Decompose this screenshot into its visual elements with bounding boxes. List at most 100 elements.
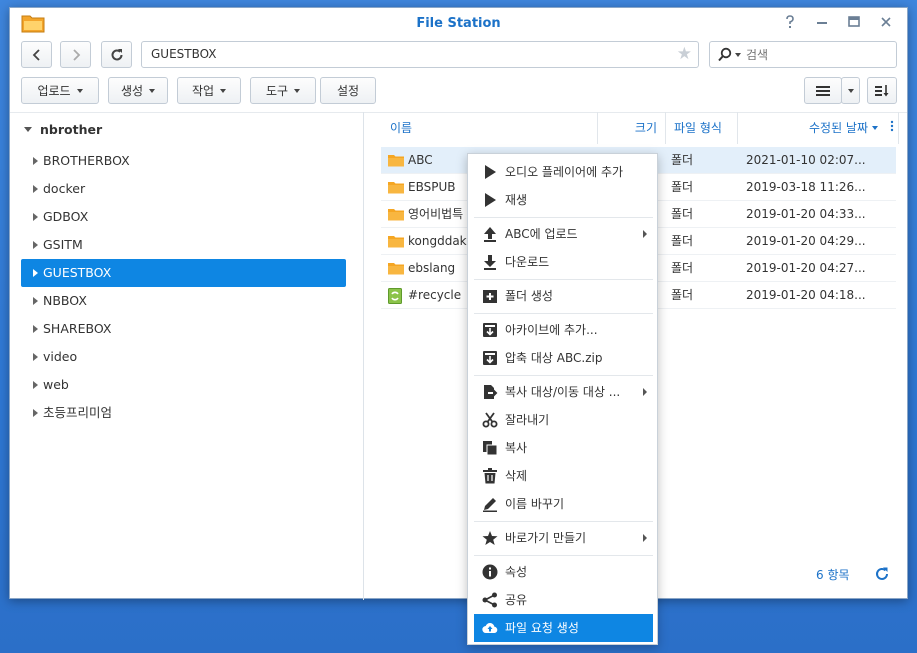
- archive-icon: [483, 323, 497, 337]
- refresh-icon[interactable]: [874, 566, 890, 582]
- tree-item-sharebox[interactable]: SHAREBOX: [21, 315, 346, 343]
- scissors-icon: [482, 412, 498, 428]
- menu-item-label: 재생: [505, 193, 528, 207]
- close-icon[interactable]: [877, 15, 895, 31]
- menu-separator: [474, 279, 653, 280]
- menu-item-copy[interactable]: 복사: [474, 434, 653, 462]
- item-count: 6 항목: [816, 568, 850, 582]
- tools-button[interactable]: 도구: [250, 77, 316, 104]
- tree-item-elementary-premium[interactable]: 초등프리미엄: [21, 399, 346, 427]
- refresh-button[interactable]: [101, 41, 132, 68]
- menu-item-compress-zip[interactable]: 압축 대상 ABC.zip: [474, 344, 653, 372]
- create-button[interactable]: 생성: [108, 77, 168, 104]
- tools-label: 도구: [265, 84, 289, 98]
- tree-item-gdbox[interactable]: GDBOX: [21, 203, 346, 231]
- menu-item-play[interactable]: 재생: [474, 186, 653, 214]
- submenu-arrow-icon: [643, 534, 647, 542]
- menu-item-download[interactable]: 다운로드: [474, 248, 653, 276]
- menu-item-copy-move-to[interactable]: 복사 대상/이동 대상 ...: [474, 378, 653, 406]
- column-options-icon[interactable]: [886, 112, 899, 144]
- tree-root-label: nbrother: [40, 122, 103, 137]
- file-modified: 2021-01-10 02:07...: [746, 153, 866, 167]
- sort-desc-caret-icon: [872, 126, 878, 130]
- list-view-icon: [816, 85, 830, 96]
- tree-item-gsitm[interactable]: GSITM: [21, 231, 346, 259]
- menu-separator: [474, 313, 653, 314]
- column-header-type[interactable]: 파일 형식: [666, 112, 738, 144]
- download-icon: [484, 255, 496, 270]
- tree-item-label: GSITM: [43, 237, 83, 252]
- menu-item-label: 복사: [505, 441, 528, 455]
- menu-separator: [474, 217, 653, 218]
- play-icon: [485, 165, 496, 179]
- file-modified: 2019-01-20 04:33...: [746, 207, 866, 221]
- file-type: 폴더: [671, 180, 694, 194]
- tree-item-video[interactable]: video: [21, 343, 346, 371]
- back-button[interactable]: [21, 41, 52, 68]
- tree-item-label: docker: [43, 181, 86, 196]
- archive-icon: [483, 351, 497, 365]
- file-type: 폴더: [671, 207, 694, 221]
- menu-item-label: 압축 대상 ABC.zip: [505, 351, 603, 365]
- create-label: 생성: [120, 84, 144, 98]
- path-bar[interactable]: GUESTBOX ★: [141, 41, 699, 68]
- menu-item-upload-to[interactable]: ABC에 업로드: [474, 220, 653, 248]
- tree-item-guestbox[interactable]: GUESTBOX: [21, 259, 346, 287]
- search-options-caret-icon[interactable]: [735, 53, 741, 57]
- menu-item-share[interactable]: 공유: [474, 586, 653, 614]
- menu-item-cut[interactable]: 잘라내기: [474, 406, 653, 434]
- collapsed-triangle-icon: [33, 297, 38, 305]
- tree-item-label: video: [43, 349, 78, 364]
- tree-item-label: 초등프리미엄: [43, 405, 113, 420]
- help-icon[interactable]: [781, 15, 799, 31]
- menu-separator: [474, 375, 653, 376]
- list-view-button[interactable]: [804, 77, 842, 104]
- collapsed-triangle-icon: [33, 381, 38, 389]
- menu-item-rename[interactable]: 이름 바꾸기: [474, 490, 653, 518]
- title-bar[interactable]: File Station: [10, 8, 907, 38]
- pane-divider[interactable]: [363, 112, 364, 600]
- tree-item-web[interactable]: web: [21, 371, 346, 399]
- settings-button[interactable]: 설정: [320, 77, 376, 104]
- trash-icon: [483, 468, 497, 484]
- file-name: ABC: [408, 153, 433, 167]
- minimize-icon[interactable]: [813, 15, 831, 31]
- tree-item-nbbox[interactable]: NBBOX: [21, 287, 346, 315]
- maximize-icon[interactable]: [845, 15, 863, 31]
- menu-item-create-file-request[interactable]: 파일 요청 생성: [474, 614, 653, 642]
- chevron-down-icon: [847, 88, 854, 93]
- tree-item-label: GDBOX: [43, 209, 89, 224]
- tree-root-node[interactable]: nbrother: [24, 122, 102, 137]
- action-button[interactable]: 작업: [177, 77, 241, 104]
- menu-item-add-to-audio-player[interactable]: 오디오 플레이어에 추가: [474, 158, 653, 186]
- chevron-down-icon: [149, 88, 156, 93]
- file-modified: 2019-01-20 04:18...: [746, 288, 866, 302]
- tree-item-brotherbox[interactable]: BROTHERBOX: [21, 147, 346, 175]
- upload-icon: [484, 227, 496, 242]
- view-mode-dropdown[interactable]: [841, 77, 860, 104]
- menu-item-add-to-archive[interactable]: 아카이브에 추가...: [474, 316, 653, 344]
- menu-item-label: 복사 대상/이동 대상 ...: [505, 385, 621, 399]
- forward-button[interactable]: [60, 41, 91, 68]
- menu-item-create-folder[interactable]: 폴더 생성: [474, 282, 653, 310]
- favorite-star-icon[interactable]: ★: [677, 42, 692, 67]
- tree-item-label: NBBOX: [43, 293, 87, 308]
- menu-item-label: 아카이브에 추가...: [505, 323, 598, 337]
- chevron-down-icon: [76, 88, 83, 93]
- column-header-modified[interactable]: 수정된 날짜: [738, 112, 886, 144]
- menu-item-delete[interactable]: 삭제: [474, 462, 653, 490]
- menu-item-create-shortcut[interactable]: 바로가기 만들기: [474, 524, 653, 552]
- search-box[interactable]: [709, 41, 897, 68]
- window-title: File Station: [416, 16, 501, 31]
- upload-button[interactable]: 업로드: [21, 77, 99, 104]
- column-header-name[interactable]: 이름: [378, 112, 598, 144]
- search-input[interactable]: [746, 45, 886, 64]
- settings-label: 설정: [336, 84, 360, 98]
- sort-button[interactable]: [867, 77, 897, 104]
- tree-item-docker[interactable]: docker: [21, 175, 346, 203]
- collapsed-triangle-icon: [33, 353, 38, 361]
- column-header-size[interactable]: 크기: [598, 112, 666, 144]
- menu-item-properties[interactable]: 속성: [474, 558, 653, 586]
- recycle-folder-icon: [388, 288, 402, 304]
- chevron-down-icon: [294, 88, 301, 93]
